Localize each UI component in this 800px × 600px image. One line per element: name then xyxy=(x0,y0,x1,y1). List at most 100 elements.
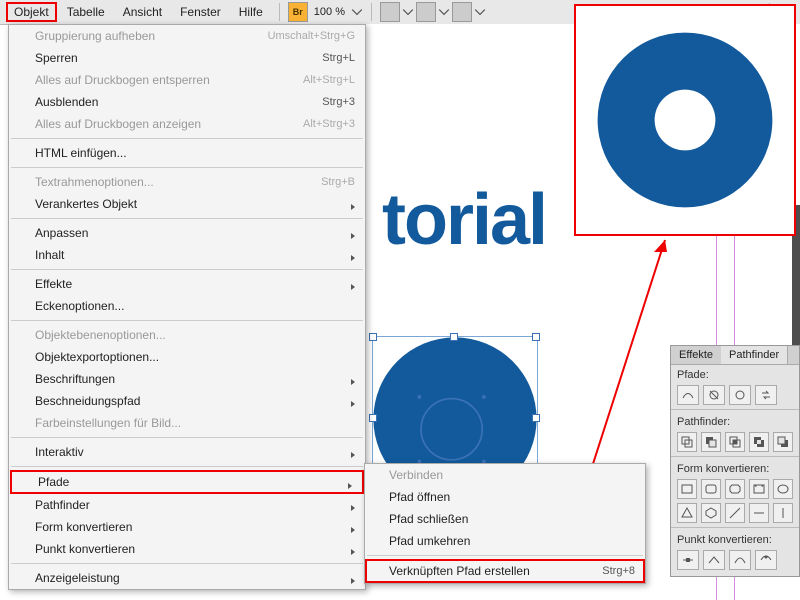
pfade-submenu: VerbindenPfad öffnenPfad schließen Pfad u… xyxy=(364,463,646,584)
submenu-item[interactable]: Pfad schließen xyxy=(365,508,645,530)
menubar-ansicht[interactable]: Ansicht xyxy=(115,2,170,22)
menu-item-label: Alles auf Druckbogen anzeigen xyxy=(35,117,303,131)
selection-handle[interactable] xyxy=(532,333,540,341)
submenu-arrow-icon xyxy=(349,501,357,515)
pathfinder-add-icon[interactable] xyxy=(677,432,697,452)
submenu-item: Verbinden xyxy=(365,464,645,486)
menubar-hilfe[interactable]: Hilfe xyxy=(231,2,271,22)
menu-item[interactable]: Eckenoptionen... xyxy=(9,295,365,317)
pathfinder-exclude-icon[interactable] xyxy=(749,432,769,452)
menu-item[interactable]: Effekte xyxy=(9,273,365,295)
path-open-icon[interactable] xyxy=(703,385,725,405)
menu-item-label: Verankertes Objekt xyxy=(35,197,355,211)
menu-item[interactable]: Pfade xyxy=(10,470,364,494)
menu-item[interactable]: Punkt konvertieren xyxy=(9,538,365,560)
menu-item[interactable]: Pathfinder xyxy=(9,494,365,516)
shape-vline-icon[interactable] xyxy=(773,503,793,523)
shape-rect-icon[interactable] xyxy=(677,479,697,499)
submenu-arrow-icon xyxy=(349,200,357,214)
shape-ellipse-icon[interactable] xyxy=(773,479,793,499)
selection-handle[interactable] xyxy=(532,414,540,422)
path-join-icon[interactable] xyxy=(677,385,699,405)
menu-item[interactable]: Inhalt xyxy=(9,244,365,266)
path-reverse-icon[interactable] xyxy=(755,385,777,405)
shape-roundrect-icon[interactable] xyxy=(701,479,721,499)
path-close-icon[interactable] xyxy=(729,385,751,405)
menu-item-label: Gruppierung aufheben xyxy=(35,29,268,43)
menu-item-label: Ausblenden xyxy=(35,95,322,109)
point-symmetric-icon[interactable] xyxy=(755,550,777,570)
menu-item-label: Beschneidungspfad xyxy=(35,394,355,408)
pathfinder-minus-back-icon[interactable] xyxy=(773,432,793,452)
menu-item[interactable]: Objektexportoptionen... xyxy=(9,346,365,368)
submenu-item[interactable]: Verknüpften Pfad erstellenStrg+8 xyxy=(365,559,645,583)
arrange-icon[interactable] xyxy=(452,2,472,22)
menu-item: Textrahmenoptionen...Strg+B xyxy=(9,171,365,193)
toolbar-separator xyxy=(279,3,280,21)
menu-item: Alles auf Druckbogen anzeigenAlt+Strg+3 xyxy=(9,113,365,135)
menu-item-label: Objektebenenoptionen... xyxy=(35,328,355,342)
shape-inverse-round-icon[interactable] xyxy=(749,479,769,499)
menubar-fenster[interactable]: Fenster xyxy=(172,2,229,22)
shape-polygon-icon[interactable] xyxy=(701,503,721,523)
menu-item[interactable]: Verankertes Objekt xyxy=(9,193,365,215)
chevron-down-icon[interactable] xyxy=(474,6,486,18)
menubar-objekt[interactable]: Objekt xyxy=(6,2,57,22)
submenu-item[interactable]: Pfad öffnen xyxy=(365,486,645,508)
chevron-down-icon[interactable] xyxy=(402,6,414,18)
bridge-icon[interactable]: Br xyxy=(288,2,308,22)
point-smooth-icon[interactable] xyxy=(729,550,751,570)
zoom-level[interactable]: 100 % xyxy=(310,6,349,18)
submenu-arrow-icon xyxy=(349,375,357,389)
objekt-menu: Gruppierung aufhebenUmschalt+Strg+GSperr… xyxy=(8,24,366,590)
tab-pathfinder[interactable]: Pathfinder xyxy=(721,346,788,364)
menu-item[interactable]: Form konvertieren xyxy=(9,516,365,538)
shape-hline-icon[interactable] xyxy=(749,503,769,523)
shape-bevel-icon[interactable] xyxy=(725,479,745,499)
menu-item-label: Objektexportoptionen... xyxy=(35,350,355,364)
submenu-arrow-icon xyxy=(349,397,357,411)
panel-section-label: Pathfinder: xyxy=(671,412,799,430)
panel-section-label: Pfade: xyxy=(671,365,799,383)
menu-item: Gruppierung aufhebenUmschalt+Strg+G xyxy=(9,25,365,47)
menu-item-label: Effekte xyxy=(35,277,355,291)
menu-shortcut: Alt+Strg+L xyxy=(303,74,355,86)
submenu-arrow-icon xyxy=(349,229,357,243)
submenu-arrow-icon xyxy=(346,479,354,493)
menu-item-label: Pfade xyxy=(38,475,352,489)
submenu-item-label: Verknüpften Pfad erstellen xyxy=(389,564,602,578)
menu-item[interactable]: Anzeigeleistung xyxy=(9,567,365,589)
selection-handle[interactable] xyxy=(450,333,458,341)
tab-effekte[interactable]: Effekte xyxy=(671,346,721,364)
panel-section-label: Form konvertieren: xyxy=(671,459,799,477)
menu-item-label: Beschriftungen xyxy=(35,372,355,386)
selection-handle[interactable] xyxy=(369,333,377,341)
shape-triangle-icon[interactable] xyxy=(677,503,697,523)
pathfinder-subtract-icon[interactable] xyxy=(701,432,721,452)
menu-item[interactable]: AusblendenStrg+3 xyxy=(9,91,365,113)
submenu-item-label: Pfad umkehren xyxy=(389,534,635,548)
menu-shortcut: Strg+B xyxy=(321,176,355,188)
point-corner-icon[interactable] xyxy=(703,550,725,570)
menu-shortcut: Strg+3 xyxy=(322,96,355,108)
menu-item: Objektebenenoptionen... xyxy=(9,324,365,346)
view-options-icon[interactable] xyxy=(416,2,436,22)
menubar-tabelle[interactable]: Tabelle xyxy=(59,2,113,22)
menu-item[interactable]: Beschriftungen xyxy=(9,368,365,390)
chevron-down-icon[interactable] xyxy=(438,6,450,18)
shape-line-icon[interactable] xyxy=(725,503,745,523)
submenu-item[interactable]: Pfad umkehren xyxy=(365,530,645,552)
chevron-down-icon[interactable] xyxy=(351,6,363,18)
pathfinder-intersect-icon[interactable] xyxy=(725,432,745,452)
pathfinder-panel: Effekte Pathfinder Pfade: Pathfinder: Fo… xyxy=(670,345,800,577)
menu-shortcut: Alt+Strg+3 xyxy=(303,118,355,130)
menu-item[interactable]: SperrenStrg+L xyxy=(9,47,365,69)
selection-handle[interactable] xyxy=(369,414,377,422)
screen-mode-icon[interactable] xyxy=(380,2,400,22)
menu-item[interactable]: Anpassen xyxy=(9,222,365,244)
menu-item-label: Inhalt xyxy=(35,248,355,262)
menu-item[interactable]: Beschneidungspfad xyxy=(9,390,365,412)
menu-item[interactable]: Interaktiv xyxy=(9,441,365,463)
menu-item[interactable]: HTML einfügen... xyxy=(9,142,365,164)
point-plain-icon[interactable] xyxy=(677,550,699,570)
